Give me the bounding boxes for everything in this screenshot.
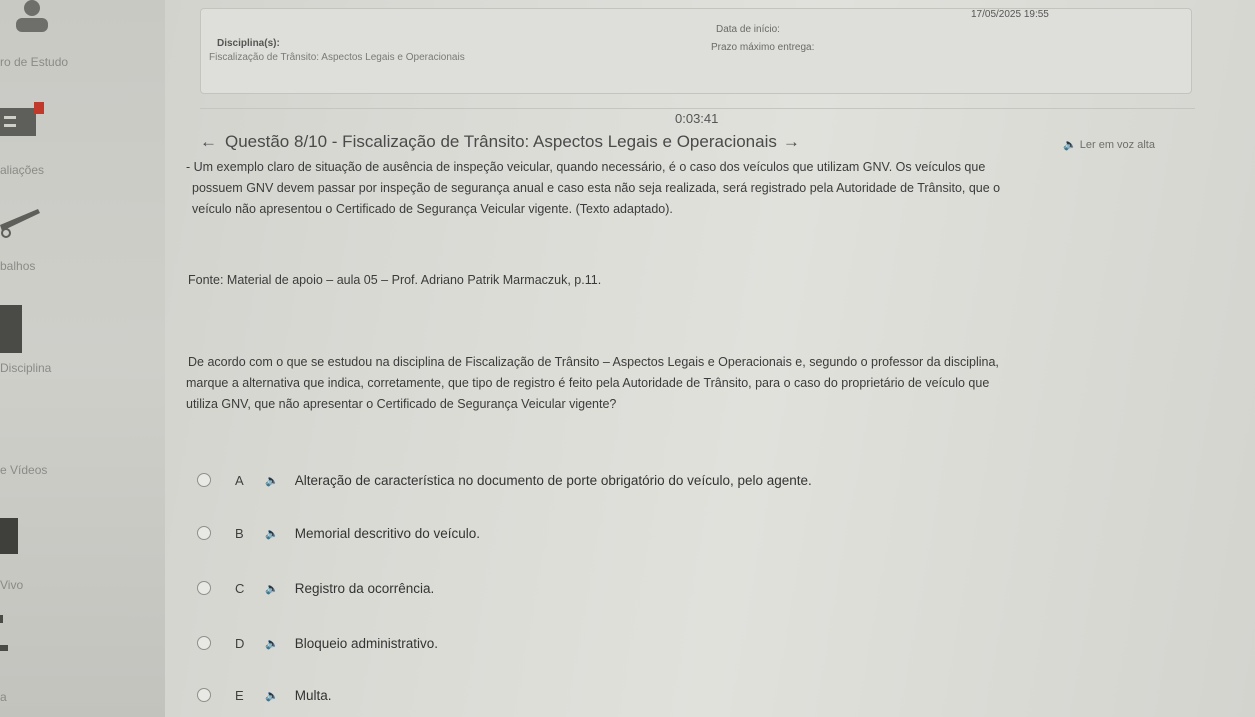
data-inicio-label: Data de início: <box>716 24 780 35</box>
radio-button[interactable] <box>197 636 211 650</box>
speaker-icon: 🔈 <box>1063 139 1077 151</box>
user-icon <box>16 0 48 32</box>
speaker-icon[interactable]: 🔈 <box>265 637 279 650</box>
exam-info-header: Disciplina(s): Fiscalização de Trânsito:… <box>200 8 1192 94</box>
context-line: possuem GNV devem passar por inspeção de… <box>192 181 1001 195</box>
radio-button[interactable] <box>197 526 211 540</box>
previous-question-icon[interactable]: ← <box>200 132 217 151</box>
question-prompt: De acordo com o que se estudou na discip… <box>186 352 1236 415</box>
option-letter: C <box>235 580 245 596</box>
divider <box>200 108 1195 109</box>
option-d[interactable]: D 🔈 Bloqueio administrativo. <box>195 630 438 656</box>
context-line: veículo não apresentou o Certificado de … <box>192 202 673 216</box>
next-question-icon[interactable]: → <box>783 132 800 151</box>
sidebar: ro de Estudo aliações balhos Disciplina … <box>0 0 165 717</box>
read-aloud-button[interactable]: 🔈 Ler em voz alta <box>1063 138 1155 151</box>
sidebar-item-vivo[interactable]: Vivo <box>0 578 23 592</box>
option-text: Alteração de característica no documento… <box>294 472 812 488</box>
sidebar-item-roteiro[interactable]: ro de Estudo <box>0 55 68 69</box>
live-icon <box>0 518 18 554</box>
context-line: - Um exemplo claro de situação de ausênc… <box>186 160 986 174</box>
speaker-icon[interactable]: 🔈 <box>265 582 279 595</box>
info-icon <box>0 615 8 651</box>
radio-button[interactable] <box>197 581 211 595</box>
countdown-timer: 0:03:41 <box>675 111 719 126</box>
option-a[interactable]: A 🔈 Alteração de característica no docum… <box>195 467 812 493</box>
option-text: Multa. <box>294 687 332 703</box>
speaker-icon[interactable]: 🔈 <box>265 474 279 487</box>
option-text: Memorial descritivo do veículo. <box>294 525 481 541</box>
prompt-line: utiliza GNV, que não apresentar o Certif… <box>186 397 617 411</box>
option-letter: E <box>235 687 244 703</box>
option-letter: A <box>235 472 244 488</box>
sidebar-item-videos[interactable]: e Vídeos <box>0 463 47 477</box>
prompt-line: marque a alternativa que indica, correta… <box>186 376 990 390</box>
disciplina-label: Disciplina(s): <box>217 38 280 49</box>
sidebar-item-avaliacoes[interactable]: aliações <box>0 163 44 177</box>
question-title: ← Questão 8/10 - Fiscalização de Trânsito… <box>200 132 808 152</box>
speaker-icon[interactable]: 🔈 <box>265 527 279 540</box>
sidebar-item-trabalhos[interactable]: balhos <box>0 259 35 273</box>
disciplina-value: Fiscalização de Trânsito: Aspectos Legai… <box>209 52 465 63</box>
read-aloud-label: Ler em voz alta <box>1079 139 1155 151</box>
data-inicio-value: 17/05/2025 19:55 <box>971 9 1049 20</box>
speaker-icon[interactable]: 🔈 <box>265 689 279 702</box>
sidebar-item-ajuda[interactable]: a <box>0 690 7 704</box>
option-letter: B <box>235 525 244 541</box>
question-title-text: Questão 8/10 - Fiscalização de Trânsito:… <box>225 132 777 151</box>
radio-button[interactable] <box>197 688 211 702</box>
radio-button[interactable] <box>197 473 211 487</box>
book-icon <box>0 305 22 353</box>
option-text: Bloqueio administrativo. <box>294 635 439 651</box>
sidebar-item-disciplina[interactable]: Disciplina <box>0 361 51 375</box>
option-letter: D <box>235 635 245 651</box>
option-c[interactable]: C 🔈 Registro da ocorrência. <box>195 575 434 601</box>
calendar-icon <box>0 102 44 136</box>
pencil-icon <box>0 209 40 238</box>
question-source: Fonte: Material de apoio – aula 05 – Pro… <box>188 273 602 287</box>
option-e[interactable]: E 🔈 Multa. <box>195 682 331 708</box>
option-text: Registro da ocorrência. <box>294 580 435 596</box>
prazo-label: Prazo máximo entrega: <box>711 42 815 53</box>
question-context: - Um exemplo claro de situação de ausênc… <box>186 157 1216 220</box>
prompt-line: De acordo com o que se estudou na discip… <box>188 355 999 369</box>
option-b[interactable]: B 🔈 Memorial descritivo do veículo. <box>195 520 480 546</box>
